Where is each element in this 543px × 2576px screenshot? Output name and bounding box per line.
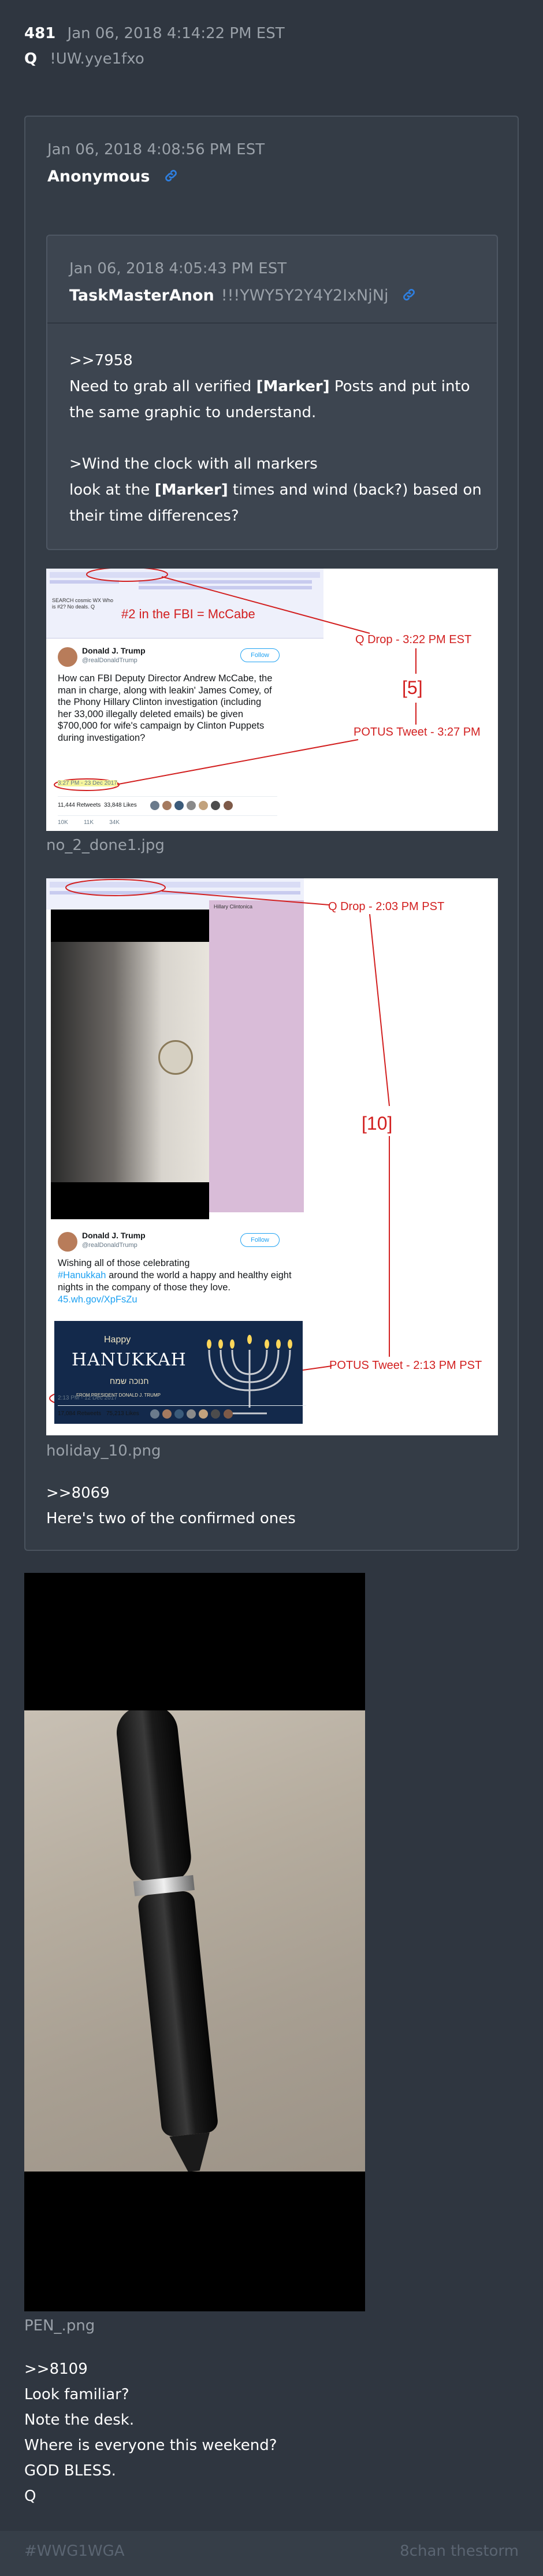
- tweet-actions: 10K 11K 34K: [58, 819, 120, 826]
- nested-body: >>7958 Need to grab all verified [Marker…: [69, 348, 485, 529]
- reply-count: 10K: [58, 819, 68, 826]
- retweet-count: 11,444 Retweets: [58, 802, 101, 808]
- pen-icon: [116, 1710, 218, 2172]
- tweet-avatar: [58, 647, 77, 667]
- post-header: 481 Jan 06, 2018 4:14:22 PM EST Q !UW.yy…: [0, 0, 543, 69]
- image-caption[interactable]: holiday_10.png: [46, 1442, 161, 1460]
- footer-source: 8chan thestorm: [400, 2542, 519, 2560]
- tweet-time: 2:13 PM - 12 Dec 2017: [58, 1395, 117, 1401]
- nested-author: TaskMasterAnon !!!YWY5Y2Y4Y2IxNjNj: [69, 285, 416, 305]
- card-happy: Happy: [104, 1335, 131, 1345]
- tweet-avatar: [58, 1232, 77, 1252]
- follow-button: Follow: [240, 1233, 280, 1247]
- follow-button: Follow: [240, 648, 280, 662]
- message-line: Where is everyone this weekend?: [24, 2437, 277, 2454]
- nested-text-line: >Wind the clock with all markers: [69, 455, 318, 473]
- tweet-text: Wishing all of those celebrating #Hanukk…: [58, 1258, 292, 1305]
- like-count: 33,848 Likes: [104, 802, 137, 808]
- quoted-date: Jan 06, 2018 4:08:56 PM EST: [47, 141, 265, 158]
- divider: [47, 322, 497, 324]
- post-tripcode: !UW.yye1fxo: [50, 50, 144, 68]
- avatar-row: [150, 801, 233, 812]
- nested-text-line: Need to grab all verified [Marker] Posts…: [69, 378, 470, 421]
- like-count: 75,213 Likes: [106, 1411, 139, 1417]
- tweet-stats: 17,084 Retweets 75,213 Likes: [58, 1405, 306, 1423]
- tweet-link: 45.wh.gov/XpFsZu: [58, 1294, 137, 1305]
- tweet-stats: 11,444 Retweets 33,848 Likes: [58, 796, 277, 816]
- marker-text: [Marker]: [154, 481, 228, 499]
- quoted-post: Jan 06, 2018 4:08:56 PM EST Anonymous Ja…: [24, 116, 519, 1551]
- reply-link[interactable]: >>8069: [46, 1480, 296, 1506]
- tweet-handle: @realDonaldTrump: [82, 1242, 137, 1249]
- message-line: Look familiar?: [24, 2386, 129, 2403]
- card-title: HANUKKAH: [72, 1350, 187, 1370]
- lk-count: 34K: [109, 819, 120, 826]
- message-body: >>8109 Look familiar? Note the desk. Whe…: [24, 2356, 277, 2509]
- image-pen[interactable]: [24, 1573, 365, 2311]
- nested-author-name: TaskMasterAnon: [69, 287, 214, 305]
- reply-link[interactable]: >>7958: [69, 348, 485, 374]
- footer-hashtag: #WWG1WGA: [24, 2542, 125, 2560]
- quoted-body: >>8069 Here's two of the confirmed ones: [46, 1480, 296, 1531]
- post-date: Jan 06, 2018 4:14:22 PM EST: [67, 25, 285, 42]
- quoted-author: Anonymous: [47, 166, 178, 185]
- post-author: Q: [24, 50, 38, 68]
- image-caption[interactable]: PEN_.png: [24, 2317, 95, 2334]
- tweet-text: How can FBI Deputy Director Andrew McCab…: [58, 673, 273, 743]
- reply-link[interactable]: >>8109: [24, 2356, 277, 2382]
- marker-text: [Marker]: [256, 378, 330, 395]
- nested-text-line: look at the [Marker] times and wind (bac…: [69, 481, 482, 525]
- message-line: Note the desk.: [24, 2411, 135, 2429]
- image-no-2-done1[interactable]: SEARCH cosmic WX Who is #2? No deals. Q …: [46, 569, 498, 831]
- nested-date: Jan 06, 2018 4:05:43 PM EST: [69, 260, 287, 277]
- message-signature: Q: [24, 2488, 36, 2505]
- avatar-row: [150, 1409, 233, 1421]
- tweet-author: Donald J. Trump: [82, 646, 146, 655]
- tweet-author: Donald J. Trump: [82, 1231, 146, 1240]
- nested-tripcode: !!!YWY5Y2Y4Y2IxNjNj: [221, 287, 389, 305]
- tweet-handle: @realDonaldTrump: [82, 657, 137, 664]
- footer: #WWG1WGA 8chan thestorm: [0, 2531, 543, 2576]
- retweet-count: 17,084 Retweets: [58, 1411, 102, 1417]
- image-caption[interactable]: no_2_done1.jpg: [46, 837, 165, 854]
- nested-quoted-post: Jan 06, 2018 4:05:43 PM EST TaskMasterAn…: [46, 235, 498, 550]
- card-hebrew: חנוכה שמח: [110, 1376, 149, 1386]
- post-number[interactable]: 481: [24, 25, 55, 42]
- hashtag-link: #Hanukkah: [58, 1270, 106, 1280]
- rt-count: 11K: [83, 819, 94, 826]
- link-icon[interactable]: [163, 166, 178, 185]
- tweet-time: 3:27 PM - 23 Dec 2017: [58, 780, 117, 786]
- link-icon[interactable]: [401, 285, 416, 305]
- message-line: GOD BLESS.: [24, 2462, 116, 2480]
- image-holiday-10[interactable]: Hillary Clintonica Q Drop - 2:03 PM PST …: [46, 878, 498, 1435]
- quoted-author-name: Anonymous: [47, 168, 150, 185]
- quoted-body-line: Here's two of the confirmed ones: [46, 1510, 296, 1527]
